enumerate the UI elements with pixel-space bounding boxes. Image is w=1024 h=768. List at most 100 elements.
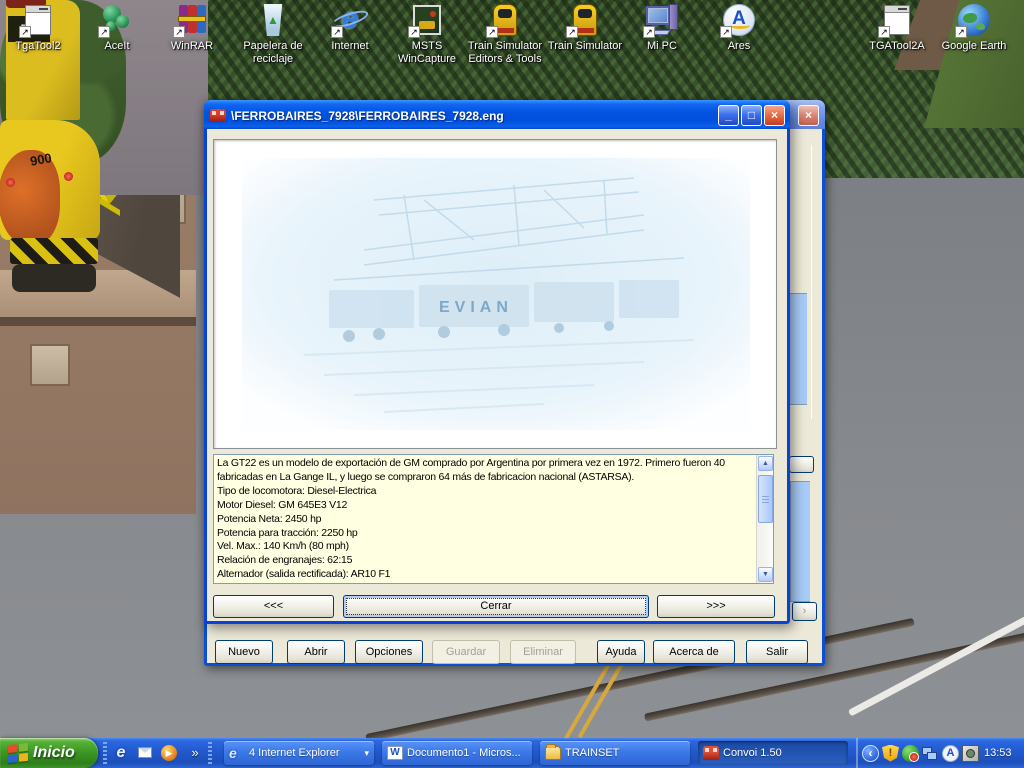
hide-tray-icons-button[interactable]: ‹ [862, 745, 879, 762]
desktop-icon-tgatool2a[interactable]: ↗ TGATool2A [857, 3, 937, 53]
scrollbar-thumb[interactable] [758, 475, 773, 523]
taskbar-separator [103, 742, 107, 764]
vertical-scrollbar[interactable]: ▲ ▼ [756, 455, 773, 583]
main-window-close-button[interactable]: × [798, 105, 819, 126]
more-button[interactable]: › [792, 602, 817, 621]
crane-undercarriage [12, 264, 96, 292]
desktop-icon-internet[interactable]: e↗ Internet [310, 3, 390, 53]
desktop-icon-label: TGATool2A [857, 40, 937, 53]
desktop-icon-label: Papelera de reciclaje [233, 40, 313, 66]
shortcut-arrow-icon: ↗ [173, 26, 185, 38]
taskbar-button-label: TRAINSET [565, 747, 685, 759]
quicklaunch-media-player-icon[interactable]: ▶ [160, 744, 178, 762]
dialog-titlebar[interactable]: \FERROBAIRES_7928\FERROBAIRES_7928.eng _… [204, 100, 790, 129]
taskbar: Inicio e ▶ » e 4 Internet Explorer ▾ W D… [0, 738, 1024, 768]
eng-file-dialog: \FERROBAIRES_7928\FERROBAIRES_7928.eng _… [204, 100, 790, 624]
abrir-button[interactable]: Abrir [287, 640, 345, 664]
next-button[interactable]: >>> [657, 595, 775, 618]
desktop-icon-ares[interactable]: A↗ Ares [699, 3, 779, 53]
start-button[interactable]: Inicio [0, 738, 98, 768]
dialog-body: EVIAN La GT22 es un modelo de exportació… [207, 129, 787, 621]
description-text: La GT22 es un modelo de exportación de G… [217, 457, 753, 581]
shortcut-arrow-icon: ↗ [98, 26, 110, 38]
close-button[interactable]: × [764, 105, 785, 126]
shortcut-arrow-icon: ↗ [955, 26, 967, 38]
scroll-up-button[interactable]: ▲ [758, 456, 773, 471]
desktop-icon-recycle-bin[interactable]: ▲ Papelera de reciclaje [233, 3, 313, 66]
minimize-button[interactable]: _ [718, 105, 739, 126]
status-alert-icon[interactable] [902, 745, 919, 762]
quicklaunch-outlook-express-icon[interactable] [136, 744, 154, 762]
taskbar-button-convoi[interactable]: Convoi 1.50 [698, 741, 848, 765]
desktop-icon-aceit[interactable]: ↗ AceIt [77, 3, 157, 53]
desktop-icon-label: Mi PC [622, 40, 702, 53]
scroll-down-button[interactable]: ▼ [758, 567, 773, 582]
taskbar-button-trainset-folder[interactable]: TRAINSET [540, 741, 690, 765]
salir-button[interactable]: Salir [746, 640, 808, 664]
recycle-bin-icon: ▲ [262, 4, 284, 36]
nuevo-button[interactable]: Nuevo [215, 640, 273, 664]
crane-light [6, 178, 15, 187]
taskbar-button-label: Convoi 1.50 [723, 747, 843, 759]
building-window [30, 344, 70, 386]
desktop-screen: EV 900 ↗ TgaTool2 ↗ AceIt ↗ [0, 0, 1024, 768]
taskbar-button-label: 4 Internet Explorer [249, 747, 360, 759]
recycle-arrows-icon: ▲ [262, 13, 284, 27]
listbox-selection-fragment[interactable] [789, 293, 807, 405]
maximize-button[interactable]: □ [741, 105, 762, 126]
opciones-button[interactable]: Opciones [355, 640, 423, 664]
security-shield-icon[interactable]: ! [882, 745, 899, 762]
description-line: Potencia para tracción: 2250 hp [217, 527, 753, 541]
desktop-icon-label: TgaTool2 [0, 40, 78, 53]
previous-button[interactable]: <<< [213, 595, 334, 618]
shortcut-arrow-icon: ↗ [486, 26, 498, 38]
desktop-icon-label: Internet [310, 40, 390, 53]
description-line: fabricadas en La Gange IL, y luego se co… [217, 471, 753, 485]
taskbar-clock: 13:53 [984, 747, 1012, 759]
rar-band-icon [178, 16, 206, 22]
desktop-icon-winrar[interactable]: ↗ WinRAR [152, 3, 232, 53]
desktop-icon-train-sim-editors[interactable]: ↗ Train Simulator Editors & Tools [465, 3, 545, 66]
system-tray: ‹ ! A 13:53 [856, 738, 1024, 768]
crane-hazard-stripes [10, 238, 98, 264]
desktop-icon-google-earth[interactable]: ↗ Google Earth [934, 3, 1014, 53]
cerrar-button[interactable]: Cerrar [343, 595, 649, 618]
eliminar-button: Eliminar [510, 640, 576, 664]
taskbar-button-word-document[interactable]: W Documento1 - Micros... [382, 741, 532, 765]
desktop-icon-label: Train Simulator Editors & Tools [465, 40, 545, 66]
folder-icon [545, 746, 561, 760]
listbox-selection-fragment[interactable] [790, 481, 810, 602]
quicklaunch-overflow-chevron[interactable]: » [186, 744, 204, 762]
browse-button[interactable] [789, 456, 814, 473]
group-dropdown-icon[interactable]: ▾ [364, 748, 369, 759]
internet-explorer-icon: e [229, 746, 245, 760]
desktop-icon-label: MSTS WinCapture [387, 40, 467, 66]
ares-tray-icon[interactable]: A [942, 745, 959, 762]
description-line: Potencia Neta: 2450 hp [217, 513, 753, 527]
taskbar-button-label: Documento1 - Micros... [407, 747, 527, 759]
desktop-icon-label: Ares [699, 40, 779, 53]
description-line: La GT22 es un modelo de exportación de G… [217, 457, 753, 471]
description-line: Relación de engranajes: 62:15 [217, 554, 753, 568]
desktop-icon-mi-pc[interactable]: ↗ Mi PC [622, 3, 702, 53]
desktop-icon-msts-wincapture[interactable]: ↗ MSTS WinCapture [387, 3, 467, 66]
shortcut-arrow-icon: ↗ [720, 26, 732, 38]
ayuda-button[interactable]: Ayuda [597, 640, 645, 664]
network-icon[interactable] [922, 745, 939, 762]
desktop-icon-train-simulator[interactable]: ↗ Train Simulator [545, 3, 625, 53]
utility-tray-icon[interactable] [962, 745, 979, 762]
convoi-train-icon [703, 746, 719, 760]
description-textbox[interactable]: La GT22 es un modelo de exportación de G… [213, 454, 774, 584]
taskbar-button-internet-explorer[interactable]: e 4 Internet Explorer ▾ [224, 741, 374, 765]
description-line: Alternador (salida rectificada): AR10 F1 [217, 568, 753, 581]
shortcut-arrow-icon: ↗ [643, 26, 655, 38]
description-line: Motor Diesel: GM 645E3 V12 [217, 499, 753, 513]
acerca-de-button[interactable]: Acerca de [653, 640, 735, 664]
quicklaunch-internet-explorer-icon[interactable]: e [112, 744, 130, 762]
word-document-icon: W [387, 746, 403, 760]
shortcut-arrow-icon: ↗ [19, 26, 31, 38]
locomotive-preview-image: EVIAN [214, 140, 777, 448]
description-line: Vel. Max.: 140 Km/h (80 mph) [217, 540, 753, 554]
shortcut-arrow-icon: ↗ [566, 26, 578, 38]
desktop-icon-tgatool2[interactable]: ↗ TgaTool2 [0, 3, 78, 53]
